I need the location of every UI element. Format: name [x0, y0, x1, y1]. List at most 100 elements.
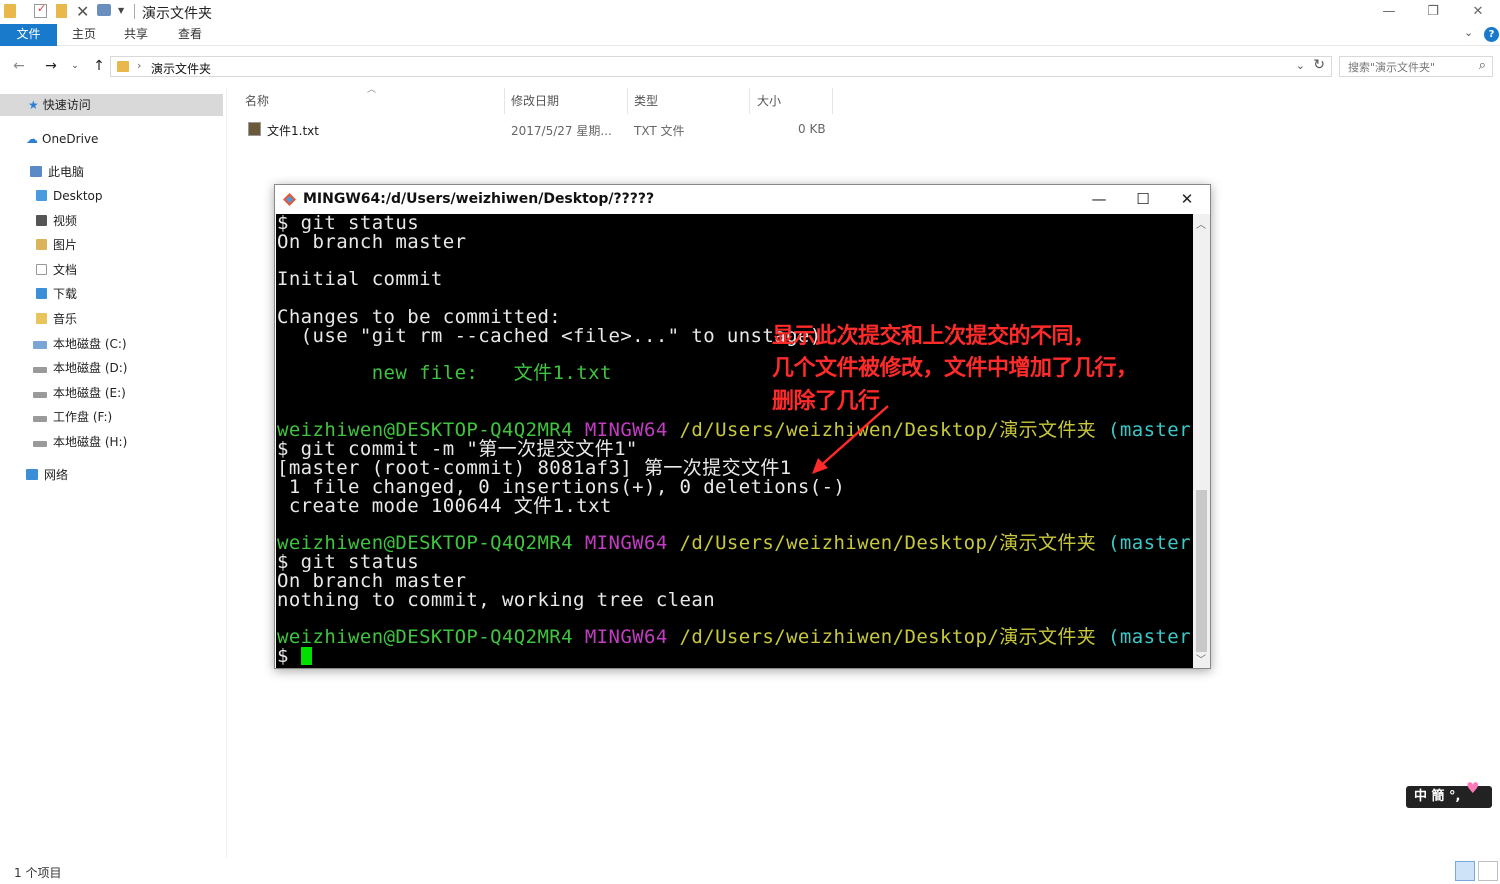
item-count: 1 个项目 — [14, 866, 62, 880]
breadcrumb-separator-icon[interactable]: › — [137, 59, 141, 72]
documents-folder-icon — [36, 264, 47, 275]
delete-icon[interactable]: ✕ — [76, 2, 89, 21]
close-button[interactable]: ✕ — [1455, 2, 1500, 22]
terminal-titlebar[interactable]: MINGW64:/d/Users/weizhiwen/Desktop/?????… — [275, 185, 1210, 214]
new-file-name: 文件1.txt — [478, 362, 612, 384]
folder-icon — [4, 4, 16, 18]
scroll-down-icon[interactable]: ﹀ — [1196, 651, 1206, 666]
network-icon — [26, 469, 38, 480]
file-size: 0 KB — [798, 122, 826, 136]
terminal-maximize-button[interactable]: ☐ — [1121, 185, 1165, 214]
nav-music[interactable]: 音乐 — [0, 308, 223, 330]
nav-label: 网络 — [44, 468, 69, 482]
nav-quick-access[interactable]: ★ 快速访问 — [0, 94, 223, 116]
tab-view[interactable]: 查看 — [168, 24, 212, 46]
refresh-icon[interactable]: ↻ — [1313, 57, 1325, 73]
annotation-line: 几个文件被修改，文件中增加了几行， — [772, 356, 1138, 381]
terminal-output[interactable]: $ git status On branch master Initial co… — [276, 214, 1193, 668]
file-row[interactable]: 文件1.txt 2017/5/27 星期... TXT 文件 0 KB — [246, 122, 836, 140]
navigation-pane: ★ 快速访问 ☁ OneDrive 此电脑 Desktop 视频 图片 文档 下载 … — [0, 88, 225, 858]
column-divider[interactable] — [749, 88, 750, 114]
search-icon[interactable]: ⌕ — [1479, 58, 1486, 73]
up-icon[interactable]: ↑ — [90, 56, 108, 76]
prompt-branch: (master) — [1108, 419, 1193, 441]
search-input[interactable] — [1346, 59, 1466, 75]
details-view-icon[interactable] — [1455, 861, 1475, 881]
sort-ascending-icon: ︿ — [367, 85, 377, 95]
address-row: ← → ⌄ ↑ › 演示文件夹 ⌄ ↻ ⌕ — [0, 54, 1500, 78]
title-separator — [134, 4, 135, 19]
breadcrumb-current[interactable]: 演示文件夹 — [151, 60, 211, 77]
file-name[interactable]: 文件1.txt — [267, 122, 319, 139]
nav-this-pc[interactable]: 此电脑 — [0, 161, 223, 183]
nav-drive-f[interactable]: 工作盘 (F:) — [0, 406, 223, 428]
nav-label: 文档 — [53, 263, 78, 277]
column-divider[interactable] — [504, 88, 505, 114]
nav-label: 视频 — [53, 214, 78, 228]
terminal-line: create mode 100644 文件1.txt — [277, 495, 612, 517]
prompt-path: /d/Users/weizhiwen/Desktop/演示文件夹 — [679, 532, 1097, 554]
nav-network[interactable]: 网络 — [0, 464, 223, 486]
file-date: 2017/5/27 星期... — [511, 124, 612, 138]
music-folder-icon — [36, 313, 47, 324]
scroll-up-icon[interactable]: ︿ — [1196, 216, 1206, 231]
forward-icon[interactable]: → — [42, 56, 60, 76]
nav-drive-e[interactable]: 本地磁盘 (E:) — [0, 382, 223, 404]
minimize-button[interactable]: — — [1366, 2, 1412, 22]
expand-ribbon-icon[interactable]: ⌄ — [1464, 26, 1473, 39]
nav-label: 工作盘 (F:) — [53, 410, 113, 424]
new-file-label: new file: — [277, 362, 479, 384]
column-header-date[interactable]: 修改日期 — [511, 92, 559, 112]
pane-splitter[interactable] — [226, 88, 227, 858]
terminal-scrollbar[interactable]: ︿ ﹀ — [1193, 214, 1210, 668]
nav-desktop[interactable]: Desktop — [0, 185, 223, 207]
window-title: 演示文件夹 — [142, 6, 212, 22]
search-box[interactable]: ⌕ — [1339, 56, 1493, 77]
properties-icon[interactable]: ✓ — [34, 2, 47, 18]
txt-file-icon — [248, 122, 261, 136]
terminal-line-new-file: new file: 文件1.txt — [277, 364, 612, 383]
column-header-size[interactable]: 大小 — [757, 92, 781, 112]
nav-pictures[interactable]: 图片 — [0, 234, 223, 256]
drive-icon — [33, 392, 47, 398]
back-icon[interactable]: ← — [10, 56, 28, 76]
large-icons-view-icon[interactable] — [1478, 861, 1498, 881]
nav-label: 下载 — [53, 287, 78, 301]
terminal-minimize-button[interactable]: — — [1077, 185, 1121, 214]
nav-onedrive[interactable]: ☁ OneDrive — [0, 128, 223, 150]
help-icon[interactable]: ? — [1484, 27, 1499, 42]
column-header-name[interactable]: 名称 — [245, 92, 269, 112]
nav-documents[interactable]: 文档 — [0, 259, 223, 281]
nav-label: 本地磁盘 (D:) — [53, 361, 128, 375]
column-divider[interactable] — [832, 88, 833, 114]
nav-label: Desktop — [53, 189, 103, 203]
column-header-type[interactable]: 类型 — [634, 92, 658, 112]
folder-icon — [117, 61, 129, 72]
video-folder-icon — [36, 215, 47, 226]
tab-share[interactable]: 共享 — [114, 24, 158, 46]
terminal-input-line[interactable]: $ — [277, 647, 312, 666]
scrollbar-thumb[interactable] — [1196, 490, 1207, 652]
column-divider[interactable] — [627, 88, 628, 114]
nav-drive-h[interactable]: 本地磁盘 (H:) — [0, 431, 223, 453]
address-dropdown-icon[interactable]: ⌄ — [1296, 59, 1305, 72]
prompt-user: weizhiwen@DESKTOP-Q4Q2MR4 — [277, 626, 573, 648]
nav-drive-c[interactable]: 本地磁盘 (C:) — [0, 333, 223, 355]
nav-videos[interactable]: 视频 — [0, 210, 223, 232]
rename-icon[interactable] — [97, 4, 111, 16]
cloud-icon: ☁ — [26, 132, 38, 146]
address-bar[interactable]: › 演示文件夹 ⌄ ↻ — [110, 56, 1332, 77]
nav-drive-d[interactable]: 本地磁盘 (D:) — [0, 357, 223, 379]
recent-dropdown-icon[interactable]: ⌄ — [66, 56, 84, 76]
computer-icon — [30, 166, 42, 177]
new-folder-icon[interactable] — [56, 4, 67, 18]
customize-quickaccess-icon[interactable]: ▼ — [118, 6, 124, 15]
prompt-line: weizhiwen@DESKTOP-Q4Q2MR4 MINGW64 /d/Use… — [277, 628, 1193, 647]
nav-downloads[interactable]: 下载 — [0, 283, 223, 305]
tab-home[interactable]: 主页 — [62, 24, 106, 46]
mingw64-terminal-window[interactable]: MINGW64:/d/Users/weizhiwen/Desktop/?????… — [274, 184, 1211, 669]
maximize-button[interactable]: ❐ — [1410, 2, 1456, 22]
tab-file[interactable]: 文件 — [0, 24, 57, 46]
nav-label: 本地磁盘 (C:) — [53, 337, 127, 351]
terminal-close-button[interactable]: ✕ — [1165, 185, 1209, 214]
